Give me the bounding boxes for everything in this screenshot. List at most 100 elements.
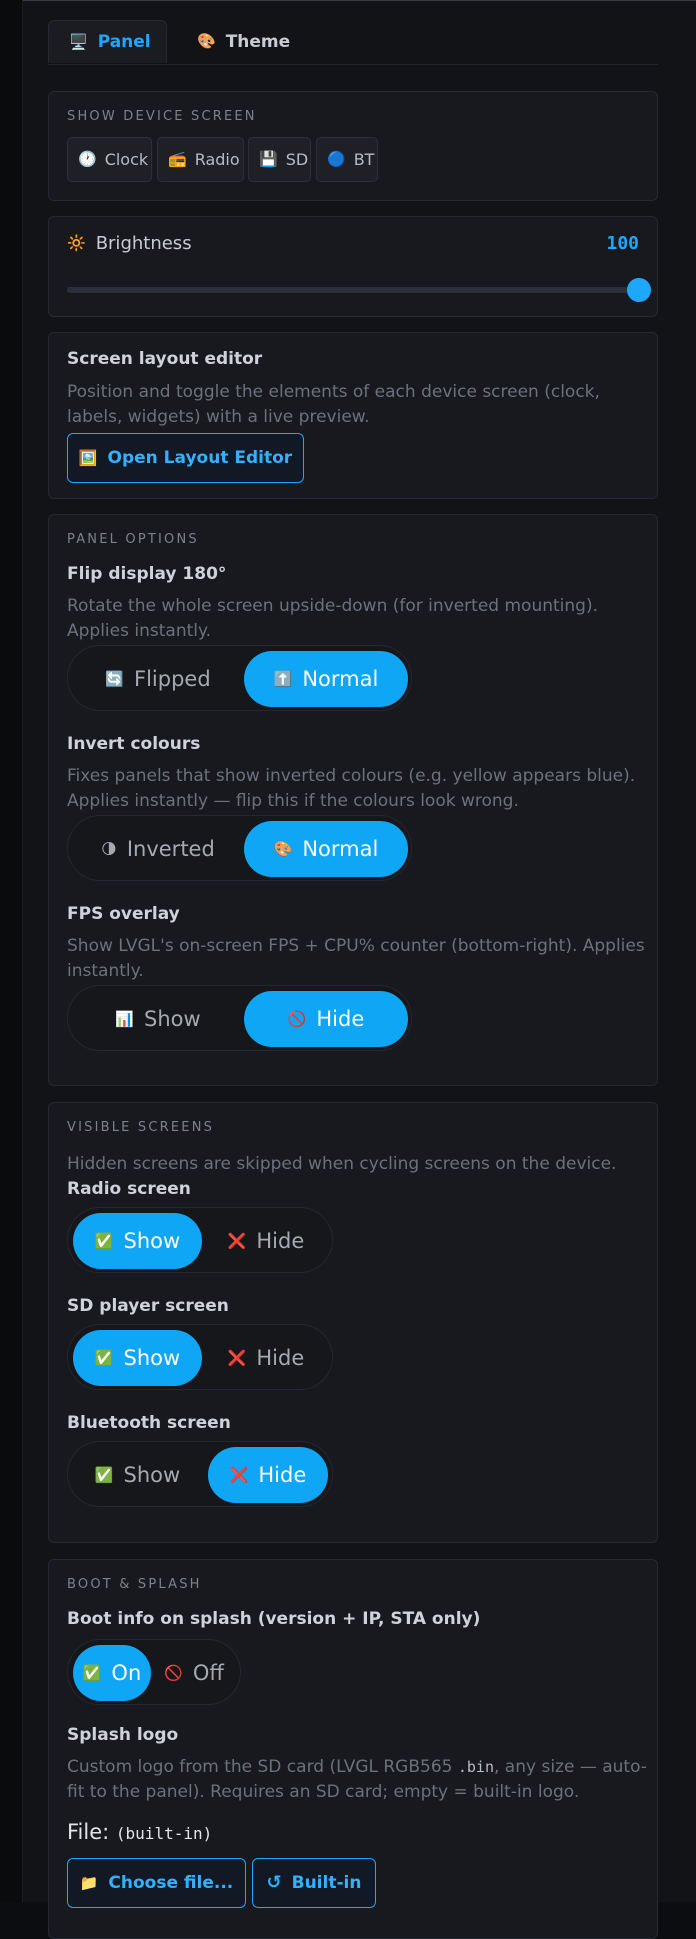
sd-screen-toggle: ✅ Show ❌ Hide	[67, 1324, 333, 1390]
picture-icon: 🖼️	[78, 448, 98, 467]
file-line: File: (built-in)	[67, 1820, 212, 1844]
half-moon-icon: 🌗	[101, 839, 117, 858]
option-label: Normal	[302, 837, 379, 861]
brightness-text: Brightness	[95, 233, 192, 254]
fps-show-option[interactable]: 📊 Show	[74, 991, 242, 1047]
flip-flipped-option[interactable]: 🔄 Flipped	[74, 651, 242, 707]
cross-icon: ❌	[229, 1465, 249, 1484]
radio-show-option[interactable]: ✅ Show	[73, 1213, 202, 1269]
tab-theme-label: Theme	[225, 31, 291, 52]
desc-text: Custom logo from the SD card (LVGL RGB56…	[67, 1757, 458, 1777]
tab-panel-label: Panel	[97, 32, 151, 52]
section-title: VISIBLE SCREENS	[67, 1120, 215, 1135]
section-title: BOOT & SPLASH	[67, 1577, 202, 1592]
sd-show-option[interactable]: ✅ Show	[73, 1330, 202, 1386]
built-in-label: Built-in	[291, 1873, 362, 1893]
file-label: File:	[67, 1820, 110, 1844]
radio-hide-option[interactable]: ❌ Hide	[204, 1213, 328, 1269]
boot-info-on-option[interactable]: ✅ On	[73, 1645, 151, 1701]
boot-info-toggle: ✅ On 🚫 Off	[67, 1639, 241, 1705]
radio-screen-toggle: ✅ Show ❌ Hide	[67, 1207, 333, 1273]
invert-colours-toggle: 🌗 Inverted 🎨 Normal	[67, 815, 412, 881]
slider-thumb[interactable]	[627, 278, 651, 302]
chip-label: BT	[353, 150, 375, 169]
built-in-button[interactable]: ↺ Built-in	[252, 1858, 376, 1908]
tab-theme[interactable]: 🎨 Theme	[177, 20, 307, 63]
flip-display-description: Rotate the whole screen upside-down (for…	[67, 596, 598, 641]
option-label: Show	[144, 1007, 201, 1031]
option-label: On	[111, 1661, 142, 1685]
brightness-label: 🔆 Brightness	[67, 233, 192, 254]
show-clock-button[interactable]: 🕐 Clock	[67, 137, 152, 182]
boot-splash-card: BOOT & SPLASH Boot info on splash (versi…	[48, 1559, 658, 1939]
fps-overlay-label: FPS overlay	[67, 904, 180, 924]
check-icon: ✅	[94, 1348, 114, 1367]
sun-icon: 🔆	[67, 234, 86, 252]
panel-options-card: PANEL OPTIONS Flip display 180° Rotate t…	[48, 514, 658, 1086]
chip-label: SD	[285, 150, 309, 169]
palette-icon: 🎨	[273, 839, 293, 858]
invert-normal-option[interactable]: 🎨 Normal	[244, 821, 408, 877]
flip-display-toggle: 🔄 Flipped ⬆️ Normal	[67, 645, 412, 711]
option-label: Hide	[256, 1229, 305, 1253]
layout-editor-card: Screen layout editor Position and toggle…	[48, 332, 658, 499]
chip-label: Clock	[104, 150, 149, 169]
cross-icon: ❌	[227, 1231, 247, 1250]
check-icon: ✅	[94, 1231, 114, 1250]
up-arrow-icon: ⬆️	[273, 669, 293, 688]
option-label: Inverted	[126, 837, 215, 861]
tab-bar: 🖥️ Panel 🎨 Theme	[48, 20, 658, 65]
bar-chart-icon: 📊	[115, 1009, 134, 1028]
visible-screens-card: VISIBLE SCREENS Hidden screens are skipp…	[48, 1102, 658, 1543]
fps-overlay-toggle: 📊 Show 🚫 Hide	[67, 985, 412, 1051]
boot-info-off-option[interactable]: 🚫 Off	[153, 1645, 235, 1701]
invert-colours-label: Invert colours	[67, 734, 201, 754]
option-label: Hide	[316, 1007, 365, 1031]
show-radio-button[interactable]: 📻 Radio	[157, 137, 244, 182]
splash-logo-description: Custom logo from the SD card (LVGL RGB56…	[67, 1755, 647, 1805]
floppy-icon: 💾	[259, 150, 278, 168]
open-layout-editor-button[interactable]: 🖼️ Open Layout Editor	[67, 433, 304, 483]
invert-colours-description: Fixes panels that show inverted colours …	[67, 766, 636, 811]
radio-icon: 📻	[168, 150, 187, 168]
open-layout-editor-label: Open Layout Editor	[107, 448, 293, 468]
splash-logo-label: Splash logo	[67, 1725, 179, 1745]
rotate-icon: 🔄	[105, 669, 124, 688]
sd-hide-option[interactable]: ❌ Hide	[204, 1330, 328, 1386]
bt-hide-option[interactable]: ❌ Hide	[208, 1447, 328, 1503]
option-label: Off	[192, 1661, 224, 1685]
option-label: Show	[123, 1346, 181, 1370]
radio-screen-label: Radio screen	[67, 1179, 191, 1199]
desc-code: .bin	[457, 1758, 494, 1776]
flip-normal-option[interactable]: ⬆️ Normal	[244, 651, 408, 707]
layout-editor-title: Screen layout editor	[67, 349, 263, 369]
brightness-slider[interactable]	[67, 278, 651, 302]
option-label: Hide	[256, 1346, 305, 1370]
clock-icon: 🕐	[78, 150, 97, 168]
flip-display-label: Flip display 180°	[67, 564, 227, 584]
sd-screen-label: SD player screen	[67, 1296, 229, 1316]
layout-editor-description: Position and toggle the elements of each…	[67, 382, 600, 427]
fps-hide-option[interactable]: 🚫 Hide	[244, 991, 408, 1047]
choose-file-button[interactable]: 📁 Choose file...	[67, 1858, 246, 1908]
left-rail	[0, 0, 23, 1902]
section-title: PANEL OPTIONS	[67, 532, 199, 547]
cross-icon: ❌	[227, 1348, 247, 1367]
brightness-card: 🔆 Brightness 100	[48, 216, 658, 317]
reset-icon: ↺	[266, 1872, 282, 1893]
option-label: Show	[123, 1463, 181, 1487]
option-label: Normal	[302, 667, 379, 691]
palette-icon: 🎨	[197, 32, 216, 50]
invert-inverted-option[interactable]: 🌗 Inverted	[74, 821, 242, 877]
show-bt-button[interactable]: 🔵 BT	[316, 137, 378, 182]
chip-label: Radio	[194, 150, 240, 169]
choose-file-label: Choose file...	[108, 1873, 234, 1893]
check-icon: ✅	[94, 1465, 114, 1484]
option-label: Flipped	[134, 667, 211, 691]
bt-show-option[interactable]: ✅ Show	[73, 1447, 202, 1503]
tab-panel[interactable]: 🖥️ Panel	[48, 20, 167, 63]
show-sd-button[interactable]: 💾 SD	[248, 137, 311, 182]
section-title: SHOW DEVICE SCREEN	[67, 109, 257, 124]
prohibited-icon: 🚫	[164, 1663, 183, 1682]
monitor-icon: 🖥️	[69, 32, 88, 51]
